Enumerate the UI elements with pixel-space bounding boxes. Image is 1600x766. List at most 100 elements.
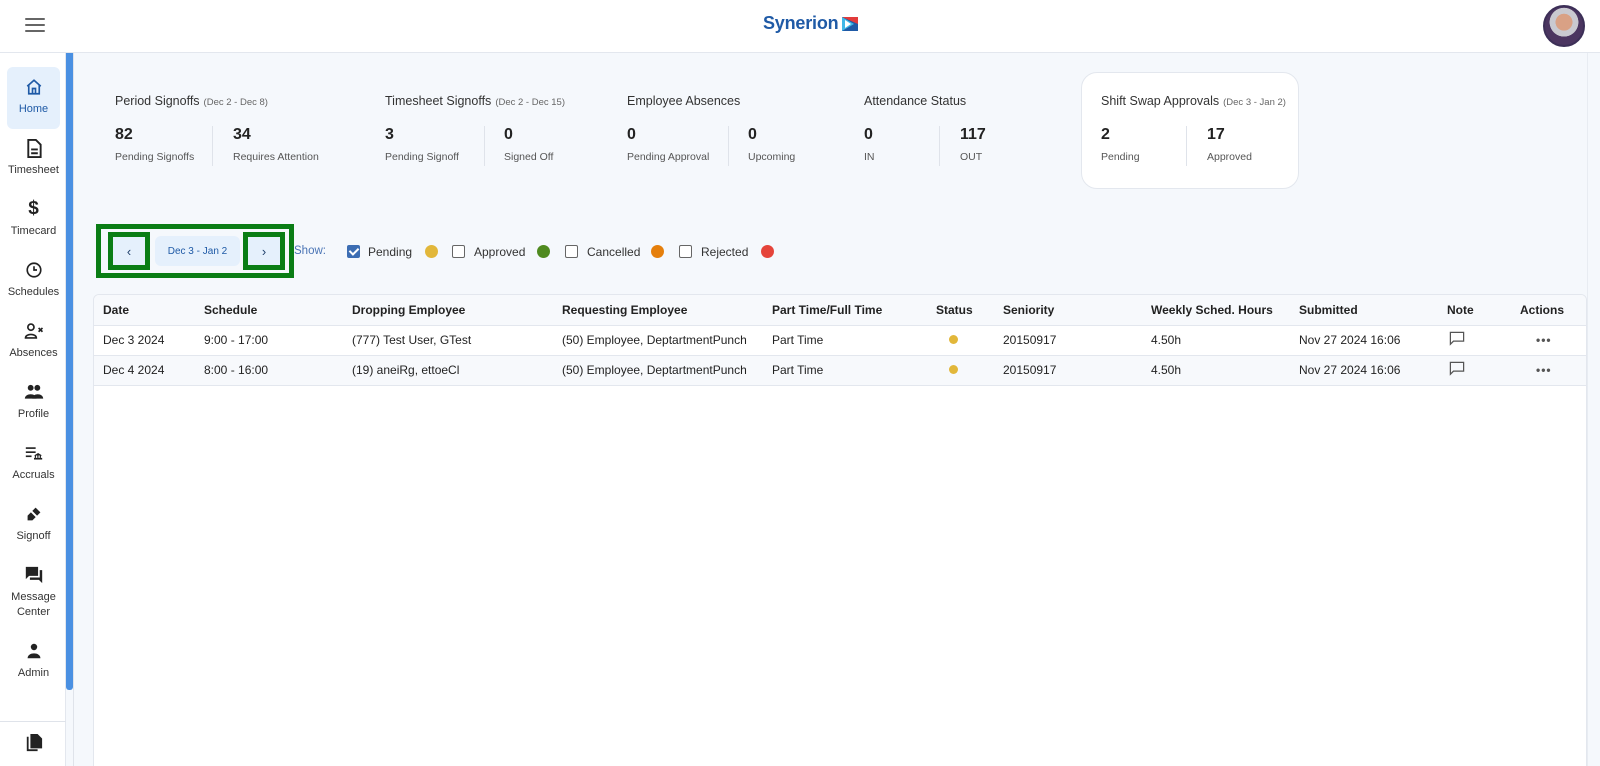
kpi-divider — [939, 126, 940, 166]
sidebar-item-message-center[interactable]: Message Center — [7, 555, 60, 620]
cancelled-status-dot — [651, 245, 664, 258]
rejected-checkbox[interactable] — [679, 245, 692, 258]
kpi-value: 0 — [864, 126, 873, 143]
sidebar-item-timesheet[interactable]: Timesheet — [7, 128, 60, 178]
cell-actions: ••• — [1511, 325, 1586, 356]
kpi-label: Upcoming — [748, 151, 796, 163]
cell-date: Dec 4 2024 — [94, 355, 195, 386]
kpi-card-shift-swap-approvals[interactable] — [1081, 72, 1299, 189]
comment-icon[interactable] — [1449, 331, 1465, 349]
cell-status — [927, 355, 994, 386]
rejected-status-dot — [761, 245, 774, 258]
approved-label[interactable]: Approved — [474, 245, 525, 259]
table-row[interactable]: Dec 3 2024 9:00 - 17:00 (777) Test User,… — [94, 325, 1586, 356]
show-label: Show: — [294, 245, 326, 257]
table-header-row: Date Schedule Dropping Employee Requesti… — [94, 295, 1586, 326]
user-avatar[interactable] — [1543, 5, 1585, 47]
brand-flag-icon — [842, 16, 859, 31]
hamburger-icon[interactable] — [25, 18, 45, 34]
kpi-title: Shift Swap Approvals (Dec 3 - Jan 2) — [1101, 94, 1286, 108]
approved-status-dot — [537, 245, 550, 258]
sidebar-item-admin[interactable]: Admin — [7, 631, 60, 681]
sidebar-scrollbar[interactable] — [66, 53, 73, 690]
kpi-range: (Dec 2 - Dec 8) — [203, 97, 268, 108]
sidebar-item-label: Accruals — [12, 469, 55, 481]
sidebar-item-timecard[interactable]: $ Timecard — [7, 189, 60, 239]
sidebar-divider — [0, 721, 66, 722]
kpi-title: Attendance Status — [864, 94, 967, 108]
brand-name: Synerion — [763, 13, 839, 33]
prev-period-button[interactable]: ‹ — [108, 232, 150, 270]
document-icon — [24, 138, 44, 158]
approved-checkbox[interactable] — [452, 245, 465, 258]
copy-icon — [24, 733, 44, 753]
column-header-status[interactable]: Status — [927, 295, 994, 326]
cell-weekly-hours: 4.50h — [1142, 325, 1290, 356]
kpi-value: 2 — [1101, 126, 1110, 143]
pending-label[interactable]: Pending — [368, 245, 412, 259]
sidebar-item-accruals[interactable]: Accruals — [7, 433, 60, 483]
kpi-value: 0 — [504, 126, 513, 143]
kpi-value: 3 — [385, 126, 394, 143]
kpi-value: 0 — [627, 126, 636, 143]
column-header-actions: Actions — [1511, 295, 1586, 326]
home-icon — [24, 77, 44, 97]
kpi-title: Employee Absences — [627, 94, 741, 108]
person-x-icon — [24, 321, 44, 341]
kpi-label: Pending Approval — [627, 151, 710, 163]
kpi-label: Approved — [1207, 151, 1252, 163]
kpi-divider — [728, 126, 729, 166]
sidebar-item-label: Schedules — [7, 286, 60, 298]
kpi-label: Signed Off — [504, 151, 554, 163]
kpi-value: 117 — [960, 126, 986, 143]
sidebar-item-home[interactable]: Home — [7, 67, 60, 129]
chevron-left-icon: ‹ — [126, 243, 132, 259]
column-header-weekly-hours[interactable]: Weekly Sched. Hours — [1142, 295, 1290, 326]
more-actions-icon[interactable]: ••• — [1536, 333, 1552, 347]
column-header-dropping-employee[interactable]: Dropping Employee — [343, 295, 553, 326]
cell-schedule: 8:00 - 16:00 — [195, 355, 343, 386]
sidebar-item-label: Timecard — [10, 225, 57, 237]
pending-checkbox[interactable] — [347, 245, 360, 258]
kpi-value: 34 — [233, 126, 251, 143]
kpi-range: (Dec 3 - Jan 2) — [1223, 97, 1286, 108]
cancelled-label[interactable]: Cancelled — [587, 245, 640, 259]
kpi-label: OUT — [960, 151, 983, 163]
cell-requesting-employee: (50) Employee, DeptartmentPunch — [553, 325, 763, 356]
kpi-label: IN — [864, 151, 875, 163]
cell-submitted: Nov 27 2024 16:06 — [1290, 355, 1438, 386]
cell-date: Dec 3 2024 — [94, 325, 195, 356]
column-header-part-full-time[interactable]: Part Time/Full Time — [763, 295, 927, 326]
column-header-submitted[interactable]: Submitted — [1290, 295, 1438, 326]
comment-icon[interactable] — [1449, 361, 1465, 379]
table-row[interactable]: Dec 4 2024 8:00 - 16:00 (19) aneiRg, ett… — [94, 355, 1586, 386]
sidebar-item-copy[interactable] — [7, 731, 60, 753]
status-dot-pending — [949, 365, 958, 374]
synerion-logo[interactable]: Synerion — [763, 13, 859, 34]
column-header-date[interactable]: Date — [94, 295, 195, 326]
next-period-button[interactable]: › — [243, 232, 285, 270]
column-header-seniority[interactable]: Seniority — [994, 295, 1142, 326]
clock-icon — [24, 260, 44, 280]
cell-weekly-hours: 4.50h — [1142, 355, 1290, 386]
kpi-divider — [484, 126, 485, 166]
cell-schedule: 9:00 - 17:00 — [195, 325, 343, 356]
column-header-requesting-employee[interactable]: Requesting Employee — [553, 295, 763, 326]
cell-note — [1438, 355, 1511, 386]
people-icon — [24, 382, 44, 402]
sidebar-item-absences[interactable]: Absences — [7, 311, 60, 361]
date-range-label[interactable]: Dec 3 - Jan 2 — [155, 236, 240, 266]
sidebar-item-profile[interactable]: Profile — [7, 372, 60, 422]
person-icon — [24, 641, 44, 661]
sidebar-item-schedules[interactable]: Schedules — [7, 250, 60, 300]
cell-dropping-employee: (777) Test User, GTest — [343, 325, 553, 356]
more-actions-icon[interactable]: ••• — [1536, 363, 1552, 377]
chat-icon — [24, 565, 44, 585]
cell-dropping-employee: (19) aneiRg, ettoeCl — [343, 355, 553, 386]
sidebar-item-label: Home — [18, 103, 49, 115]
column-header-schedule[interactable]: Schedule — [195, 295, 343, 326]
sidebar-item-signoff[interactable]: Signoff — [7, 494, 60, 544]
cancelled-checkbox[interactable] — [565, 245, 578, 258]
kpi-title: Timesheet Signoffs (Dec 2 - Dec 15) — [385, 94, 565, 108]
rejected-label[interactable]: Rejected — [701, 245, 748, 259]
